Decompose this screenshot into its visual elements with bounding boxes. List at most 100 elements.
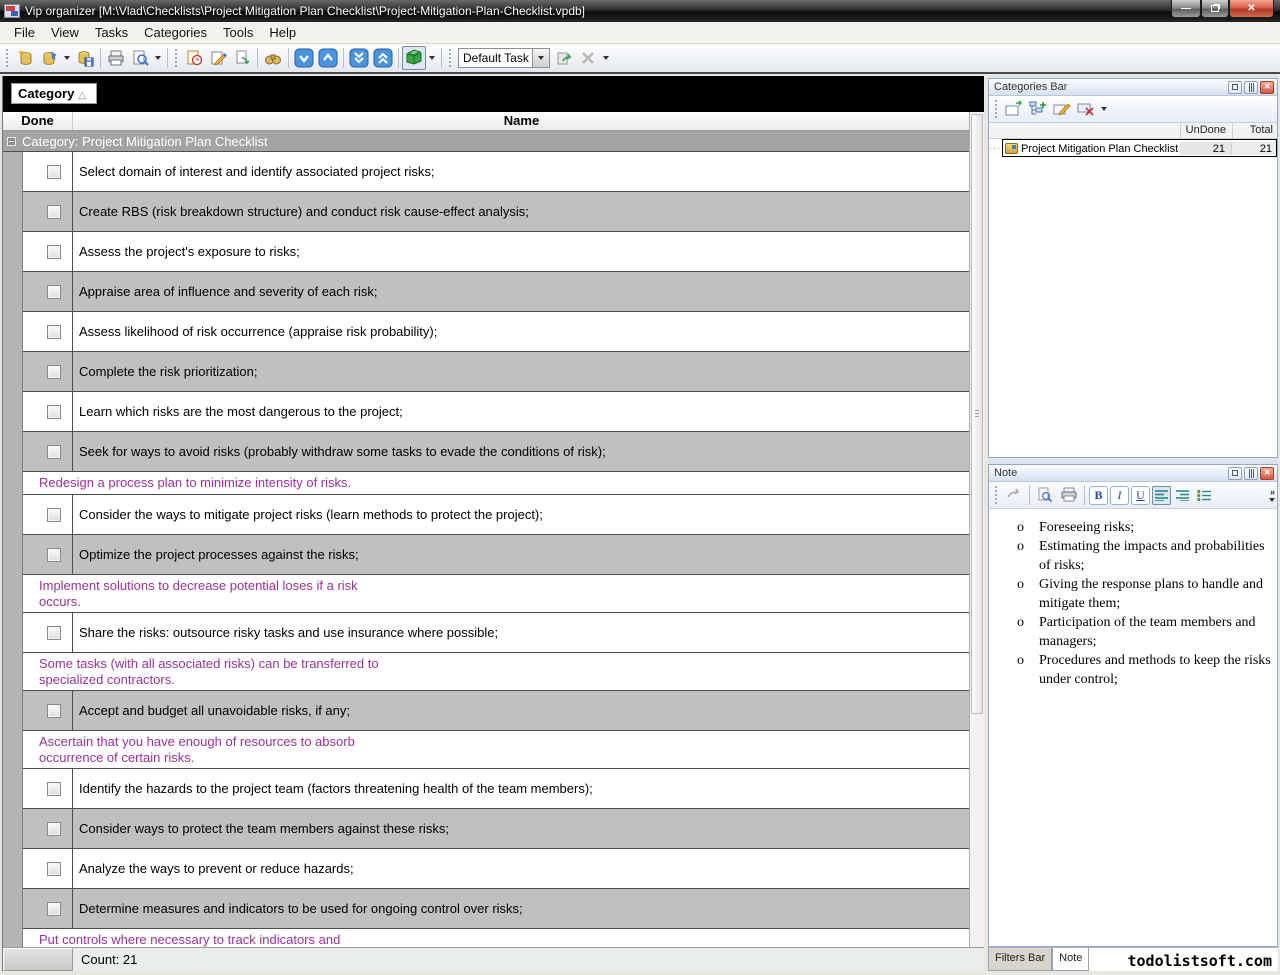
task-checkbox[interactable]: [47, 445, 61, 459]
task-name[interactable]: Share the risks: outsource risky tasks a…: [73, 625, 498, 640]
bullet-list-button[interactable]: [1194, 486, 1213, 505]
menu-file[interactable]: File: [6, 22, 43, 43]
note-row[interactable]: Put controls where necessary to track in…: [3, 929, 970, 947]
task-name[interactable]: Consider ways to protect the team member…: [73, 821, 449, 836]
move-to-bottom-button[interactable]: [347, 46, 371, 70]
task-name[interactable]: Accept and budget all unavoidable risks,…: [73, 703, 350, 718]
note-print-button[interactable]: [1057, 483, 1081, 507]
print-preview-dropdown[interactable]: [155, 56, 161, 60]
toolbar-grip[interactable]: [174, 48, 179, 68]
note-row[interactable]: Implement solutions to decrease potentia…: [3, 575, 970, 613]
task-name[interactable]: Create RBS (risk breakdown structure) an…: [73, 204, 529, 219]
task-row[interactable]: Accept and budget all unavoidable risks,…: [3, 691, 970, 731]
task-row[interactable]: Consider ways to protect the team member…: [3, 809, 970, 849]
task-checkbox[interactable]: [47, 325, 61, 339]
assign-resource-button[interactable]: [552, 46, 576, 70]
column-category-name[interactable]: [989, 123, 1181, 138]
task-row[interactable]: Optimize the project processes against t…: [3, 535, 970, 575]
toolbar-grip[interactable]: [994, 99, 999, 119]
task-row[interactable]: Assess the project's exposure to risks;: [3, 232, 970, 272]
task-row[interactable]: Identify the hazards to the project team…: [3, 769, 970, 809]
task-name[interactable]: Consider the ways to mitigate project ri…: [73, 507, 543, 522]
float-button[interactable]: [1228, 81, 1242, 94]
move-to-top-button[interactable]: [371, 46, 395, 70]
toolbar-overflow-dropdown[interactable]: [603, 56, 609, 60]
open-database-dropdown[interactable]: [64, 56, 70, 60]
move-down-button[interactable]: [292, 46, 316, 70]
task-template-dropdown[interactable]: [532, 48, 550, 68]
menu-categories[interactable]: Categories: [136, 22, 215, 43]
menu-tools[interactable]: Tools: [215, 22, 261, 43]
print-button[interactable]: [104, 46, 128, 70]
task-checkbox[interactable]: [47, 902, 61, 916]
toolbar-grip[interactable]: [448, 48, 453, 68]
note-panel-titlebar[interactable]: Note: [989, 465, 1277, 482]
task-name[interactable]: Appraise area of influence and severity …: [73, 284, 377, 299]
italic-button[interactable]: I: [1110, 486, 1129, 505]
task-row[interactable]: Appraise area of influence and severity …: [3, 272, 970, 312]
group-by-category[interactable]: Category△: [11, 83, 97, 104]
task-checkbox[interactable]: [47, 285, 61, 299]
new-database-button[interactable]: [13, 46, 37, 70]
pin-button[interactable]: [1244, 467, 1258, 480]
delete-category-button[interactable]: [1074, 97, 1098, 121]
menu-view[interactable]: View: [43, 22, 87, 43]
toolbar-grip[interactable]: [5, 48, 10, 68]
task-row[interactable]: Assess likelihood of risk occurrence (ap…: [3, 312, 970, 352]
category-row[interactable]: ···· Project Mitigation Plan Checklist 2…: [989, 139, 1277, 157]
task-name[interactable]: Assess the project's exposure to risks;: [73, 244, 300, 259]
category-group-row[interactable]: Category: Project Mitigation Plan Checkl…: [3, 131, 970, 152]
close-panel-button[interactable]: [1260, 467, 1274, 480]
task-row[interactable]: Create RBS (risk breakdown structure) an…: [3, 192, 970, 232]
task-name[interactable]: Seek for ways to avoid risks (probably w…: [73, 444, 606, 459]
menu-tasks[interactable]: Tasks: [87, 22, 136, 43]
minimize-button[interactable]: —: [1171, 0, 1201, 18]
column-total[interactable]: Total: [1233, 123, 1277, 138]
bold-button[interactable]: B: [1089, 486, 1108, 505]
tab-filters-bar[interactable]: Filters Bar: [988, 948, 1052, 971]
task-checkbox[interactable]: [47, 626, 61, 640]
task-checkbox[interactable]: [47, 782, 61, 796]
category-toolbar-dropdown[interactable]: [1101, 107, 1107, 111]
menu-help[interactable]: Help: [261, 22, 304, 43]
task-checkbox[interactable]: [47, 704, 61, 718]
selected-category[interactable]: Project Mitigation Plan Checklist 21 21: [1002, 139, 1277, 157]
task-template-value[interactable]: Default Task: [458, 48, 532, 68]
vertical-scrollbar[interactable]: [969, 112, 984, 947]
delete-task-button[interactable]: [230, 46, 254, 70]
task-row[interactable]: Complete the risk prioritization;: [3, 352, 970, 392]
titlebar[interactable]: Vip organizer [M:\Vlad\Checklists\Projec…: [0, 0, 1280, 22]
task-name[interactable]: Determine measures and indicators to be …: [73, 901, 523, 916]
note-print-preview-button[interactable]: [1033, 483, 1057, 507]
notes-view-dropdown[interactable]: [429, 56, 435, 60]
task-name[interactable]: Select domain of interest and identify a…: [73, 164, 435, 179]
task-row[interactable]: Share the risks: outsource risky tasks a…: [3, 613, 970, 653]
new-subcategory-button[interactable]: [1026, 97, 1050, 121]
categories-panel-titlebar[interactable]: Categories Bar: [989, 79, 1277, 96]
task-row[interactable]: Seek for ways to avoid risks (probably w…: [3, 432, 970, 472]
edit-category-button[interactable]: [1050, 97, 1074, 121]
find-button[interactable]: [261, 46, 285, 70]
task-name[interactable]: Assess likelihood of risk occurrence (ap…: [73, 324, 437, 339]
task-name[interactable]: Learn which risks are the most dangerous…: [73, 404, 403, 419]
task-row[interactable]: Analyze the ways to prevent or reduce ha…: [3, 849, 970, 889]
task-template-combo[interactable]: Default Task: [458, 48, 550, 68]
task-checkbox[interactable]: [47, 822, 61, 836]
notes-view-toggle[interactable]: [402, 46, 426, 70]
note-editor[interactable]: oForeseeing risks;oEstimating the impact…: [989, 510, 1277, 946]
open-database-button[interactable]: [37, 46, 61, 70]
task-row[interactable]: Consider the ways to mitigate project ri…: [3, 495, 970, 535]
scrollbar-thumb[interactable]: [971, 114, 983, 714]
task-checkbox[interactable]: [47, 205, 61, 219]
task-name[interactable]: Identify the hazards to the project team…: [73, 781, 593, 796]
close-panel-button[interactable]: [1260, 81, 1274, 94]
pin-button[interactable]: [1244, 81, 1258, 94]
collapse-icon[interactable]: [7, 137, 16, 146]
task-row[interactable]: Determine measures and indicators to be …: [3, 889, 970, 929]
toolbar-more-buttons[interactable]: »: [1269, 488, 1275, 502]
move-up-button[interactable]: [316, 46, 340, 70]
task-name[interactable]: Optimize the project processes against t…: [73, 547, 359, 562]
task-row[interactable]: Learn which risks are the most dangerous…: [3, 392, 970, 432]
task-checkbox[interactable]: [47, 508, 61, 522]
toolbar-grip[interactable]: [994, 485, 999, 505]
